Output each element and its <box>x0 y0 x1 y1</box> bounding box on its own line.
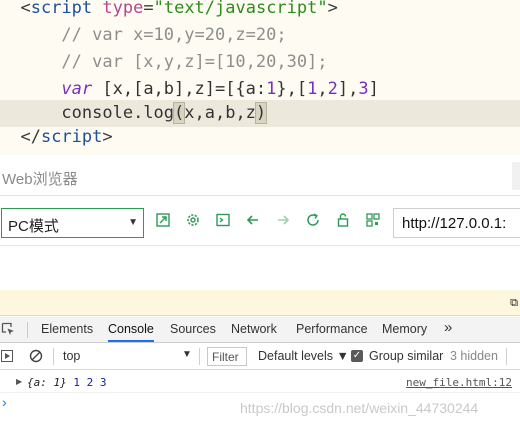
gear-icon[interactable] <box>183 212 203 232</box>
browser-title: Web浏览器 <box>2 171 78 188</box>
code-line[interactable]: var [x,[a,b],z]=[{a:1},[1,2],3] <box>0 76 520 103</box>
tab-console[interactable]: Console <box>108 317 154 342</box>
tab-memory[interactable]: Memory <box>382 317 427 342</box>
refresh-icon[interactable] <box>303 212 323 232</box>
expand-triangle-icon[interactable]: ▶ <box>16 377 22 386</box>
tab-performance[interactable]: Performance <box>296 317 368 342</box>
divider <box>199 348 200 365</box>
code-line[interactable]: console.log(x,a,b,z) <box>0 100 520 127</box>
lock-icon[interactable] <box>333 212 353 232</box>
address-bar[interactable]: http://127.0.0.1: <box>393 208 520 238</box>
browser-title-bar: Web浏览器 <box>0 160 520 196</box>
devtools-dock-bar: ⧉ <box>0 290 520 316</box>
tab-elements[interactable]: Elements <box>41 317 93 342</box>
code-line[interactable]: <script type="text/javascript"> <box>0 0 520 22</box>
dock-side-icon[interactable]: ⧉ <box>510 297 518 310</box>
filter-input[interactable] <box>207 347 247 366</box>
mode-select-value: PC模式 <box>8 218 59 235</box>
console-toolbar: top ▼ Default levels ▼ ✓ Group similar 3… <box>0 343 520 370</box>
console-output[interactable]: ▶ {a: 1} 1 2 3 new_file.html:12 › https:… <box>0 370 520 427</box>
code-editor[interactable]: <script type="text/javascript"> // var x… <box>0 0 520 155</box>
group-similar-checkbox[interactable]: ✓ <box>351 350 363 362</box>
code-line[interactable]: // var x=10,y=20,z=20; <box>0 22 520 49</box>
hidden-count: 3 hidden <box>450 349 498 363</box>
log-message: {a: 1} 1 2 3 <box>27 376 107 389</box>
console-prompt-icon[interactable]: › <box>2 394 7 410</box>
forward-icon[interactable] <box>273 212 293 232</box>
code-line[interactable]: </script> <box>0 124 520 151</box>
back-icon[interactable] <box>243 212 263 232</box>
title-bar-edge <box>512 162 520 190</box>
context-select[interactable]: top <box>63 349 80 363</box>
more-tabs-button[interactable]: » <box>444 319 452 336</box>
qrcode-icon[interactable] <box>363 212 383 232</box>
show-sidebar-icon[interactable] <box>1 350 13 362</box>
console-icon[interactable] <box>213 212 233 232</box>
console-log-row: ▶ {a: 1} 1 2 3 new_file.html:12 <box>0 372 520 393</box>
log-object[interactable]: {a: 1} <box>27 376 67 389</box>
watermark: https://blog.csdn.net/weixin_44730244 <box>240 400 479 416</box>
divider <box>27 322 28 338</box>
log-levels-dropdown[interactable]: Default levels ▼ <box>258 349 349 363</box>
tab-network[interactable]: Network <box>231 317 277 342</box>
divider <box>53 348 54 365</box>
page-viewport[interactable] <box>0 246 520 290</box>
code-line[interactable]: // var [x,y,z]=[10,20,30]; <box>0 49 520 76</box>
chevron-down-icon[interactable]: ▼ <box>182 349 192 360</box>
log-primitive-values: 1 2 3 <box>66 376 107 389</box>
group-similar-label: Group similar <box>369 349 444 363</box>
devtools-tab-bar: Elements Console Sources Network Perform… <box>0 317 520 343</box>
tab-sources[interactable]: Sources <box>170 317 216 342</box>
divider <box>506 348 507 365</box>
browser-toolbar: PC模式 ▼ http://127.0.0.1: <box>0 200 520 246</box>
address-bar-url: http://127.0.0.1: <box>402 215 507 232</box>
inspect-element-icon[interactable] <box>1 322 15 336</box>
screenshot-icon[interactable] <box>153 212 173 232</box>
chevron-down-icon: ▼ <box>128 217 138 228</box>
mode-select[interactable]: PC模式 ▼ <box>1 208 144 238</box>
clear-console-icon[interactable] <box>29 349 43 363</box>
log-source-link[interactable]: new_file.html:12 <box>406 376 512 389</box>
